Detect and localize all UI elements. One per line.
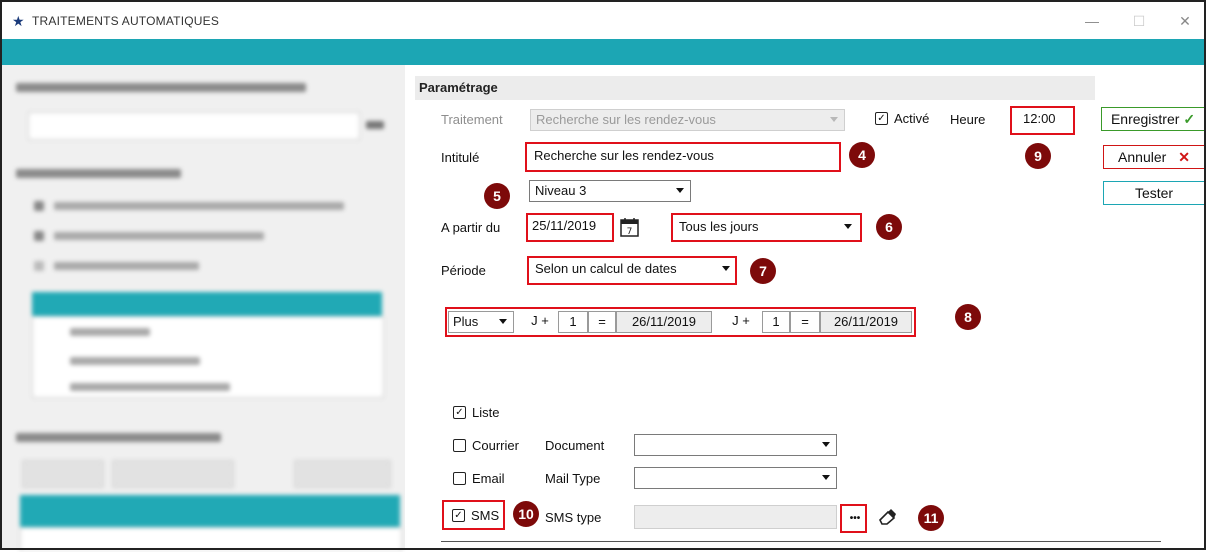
window-frame bbox=[0, 0, 1206, 550]
